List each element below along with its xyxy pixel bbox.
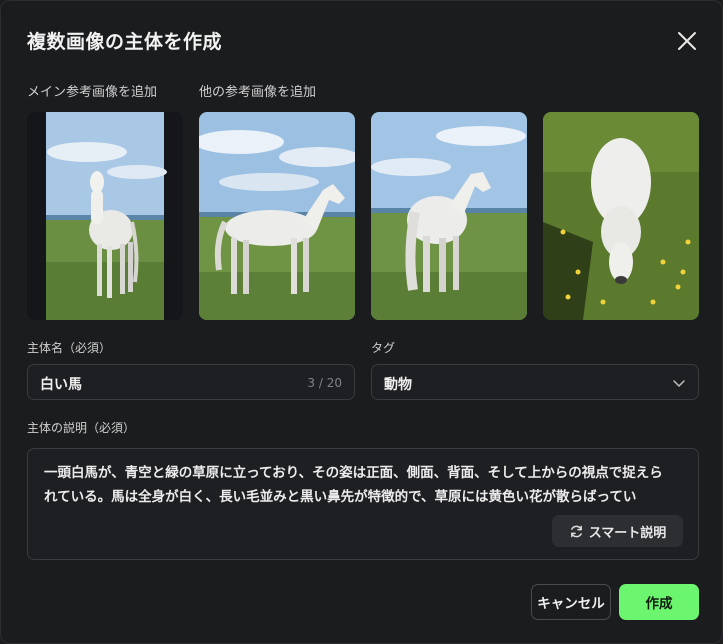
create-subject-dialog: 複数画像の主体を作成 メイン参考画像を追加 他の参考画像を追加 主体名（必須） …: [0, 0, 723, 644]
subject-name-input[interactable]: 白い馬 3 / 20: [27, 364, 355, 400]
close-button[interactable]: [673, 27, 701, 55]
close-icon: [678, 32, 696, 50]
smart-description-label: スマート説明: [588, 525, 667, 541]
tag-selected-value: 動物: [384, 377, 412, 393]
reference-image-rear[interactable]: [371, 112, 527, 320]
other-reference-label: 他の参考画像を追加: [199, 85, 317, 100]
tag-label: タグ: [371, 341, 396, 355]
refresh-icon: [570, 525, 582, 537]
white-horse-side-image: [199, 112, 355, 320]
tag-select[interactable]: 動物: [371, 364, 699, 400]
reference-image-top[interactable]: [543, 112, 699, 320]
reference-image-side[interactable]: [199, 112, 355, 320]
chevron-down-icon: [673, 380, 685, 387]
subject-description-text: 一頭白馬が、青空と緑の草原に立っており、その姿は正面、側面、背面、そして上からの…: [44, 465, 663, 505]
main-reference-label: メイン参考画像を追加: [27, 85, 158, 100]
dialog-title: 複数画像の主体を作成: [27, 31, 223, 53]
subject-name-label: 主体名（必須）: [27, 341, 112, 355]
subject-name-value: 白い馬: [40, 377, 82, 393]
subject-description-label: 主体の説明（必須）: [27, 421, 136, 435]
cancel-button[interactable]: キャンセル: [531, 584, 611, 620]
white-horse-front-image: [27, 112, 183, 320]
subject-description-textarea[interactable]: 一頭白馬が、青空と緑の草原に立っており、その姿は正面、側面、背面、そして上からの…: [27, 448, 699, 560]
smart-description-button[interactable]: スマート説明: [552, 515, 683, 547]
create-button[interactable]: 作成: [619, 584, 699, 620]
white-horse-top-image: [543, 112, 699, 320]
character-counter: 3 / 20: [307, 376, 342, 390]
white-horse-rear-image: [371, 112, 527, 320]
main-reference-image[interactable]: [27, 112, 183, 320]
